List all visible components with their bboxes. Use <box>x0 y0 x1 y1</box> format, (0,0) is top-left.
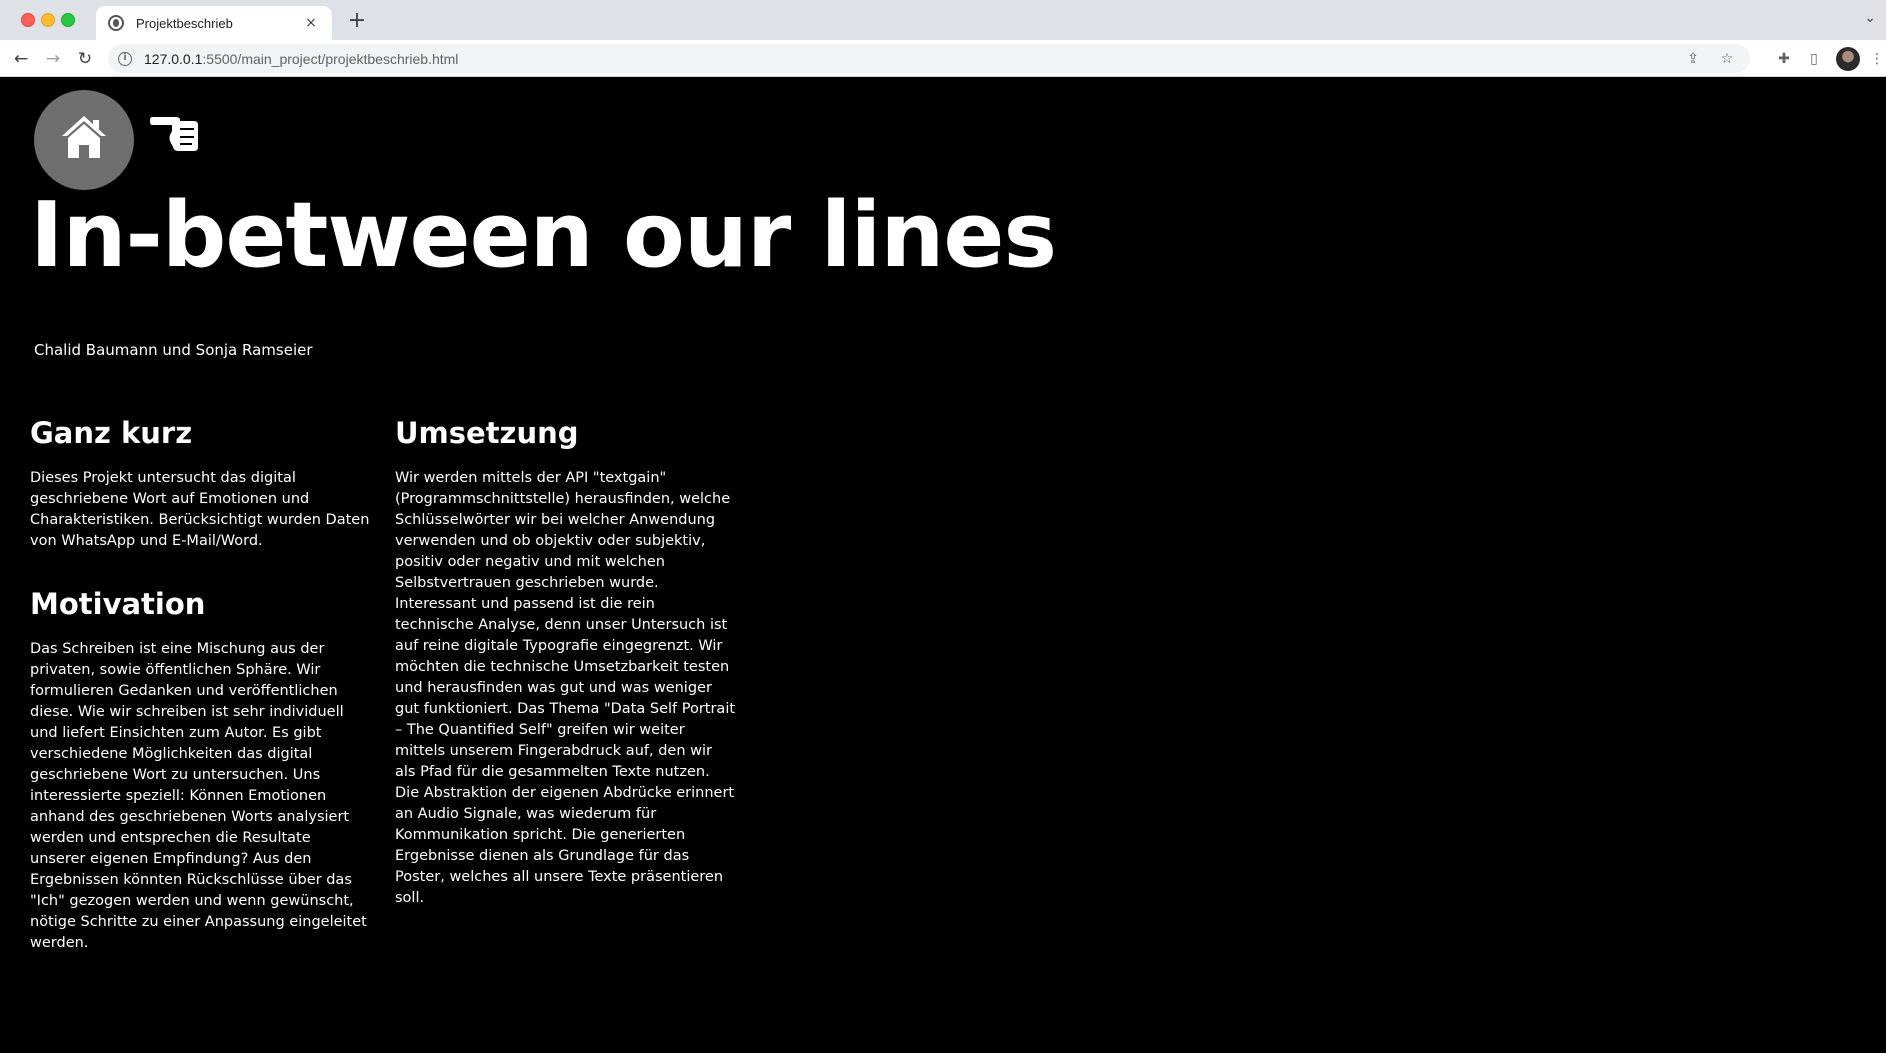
back-arrow-icon[interactable]: ← <box>8 46 34 72</box>
tab-close-icon[interactable]: × <box>302 15 320 31</box>
maximize-window-button[interactable] <box>61 13 75 27</box>
side-panel-icon[interactable]: ▯ <box>1804 49 1824 69</box>
bookmark-star-icon[interactable]: ☆ <box>1716 51 1738 67</box>
section-umsetzung: Umsetzung Wir werden mittels der API "te… <box>395 415 737 909</box>
tab-title: Projektbeschrieb <box>136 15 233 31</box>
minimize-window-button[interactable] <box>41 13 55 27</box>
home-icon <box>62 116 106 158</box>
home-button[interactable] <box>34 90 134 190</box>
section-heading: Ganz kurz <box>30 416 193 450</box>
pointing-hand-icon[interactable] <box>150 111 200 153</box>
new-tab-button[interactable]: + <box>344 8 370 34</box>
extensions-puzzle-icon[interactable]: ✚ <box>1774 49 1794 69</box>
browser-toolbar: ← → ↻ i 127.0.0.1:5500/main_project/proj… <box>0 40 1886 77</box>
browser-tab-strip: Projektbeschrieb × + ⌄ <box>0 0 1886 40</box>
section-text: Wir werden mittels der API "textgain" (P… <box>395 470 736 906</box>
right-column: Umsetzung Wir werden mittels der API "te… <box>395 415 737 909</box>
forward-arrow-icon[interactable]: → <box>40 46 66 72</box>
page-viewport: In-between our lines Chalid Baumann und … <box>0 77 1886 1053</box>
section-heading: Motivation <box>30 587 206 621</box>
left-column: Ganz kurz Dieses Projekt untersucht das … <box>30 415 370 954</box>
chevron-down-icon[interactable]: ⌄ <box>1864 10 1876 26</box>
url-path: :5500/main_project/projektbeschrieb.html <box>202 50 459 67</box>
page-title: In-between our lines <box>30 183 1057 288</box>
more-menu-icon[interactable]: ⋮ <box>1870 49 1884 69</box>
section-ganz-kurz: Ganz kurz Dieses Projekt untersucht das … <box>30 415 370 552</box>
avatar[interactable] <box>1836 47 1860 71</box>
globe-icon <box>108 15 124 31</box>
browser-tab[interactable]: Projektbeschrieb × <box>96 6 332 40</box>
reload-icon[interactable]: ↻ <box>72 46 98 72</box>
section-text: Dieses Projekt untersucht das digital ge… <box>30 470 370 549</box>
section-motivation: Motivation Das Schreiben ist eine Mischu… <box>30 586 370 954</box>
section-heading: Umsetzung <box>395 416 579 450</box>
close-window-button[interactable] <box>21 13 35 27</box>
authors-line: Chalid Baumann und Sonja Ramseier <box>34 341 313 359</box>
url-host: 127.0.0.1 <box>144 50 203 67</box>
url-text[interactable]: 127.0.0.1:5500/main_project/projektbesch… <box>144 51 1682 67</box>
info-icon[interactable]: i <box>118 51 132 66</box>
address-bar[interactable]: i 127.0.0.1:5500/main_project/projektbes… <box>108 44 1750 73</box>
section-text: Das Schreiben ist eine Mischung aus der … <box>30 641 367 951</box>
share-icon[interactable]: ⇪ <box>1682 51 1704 67</box>
